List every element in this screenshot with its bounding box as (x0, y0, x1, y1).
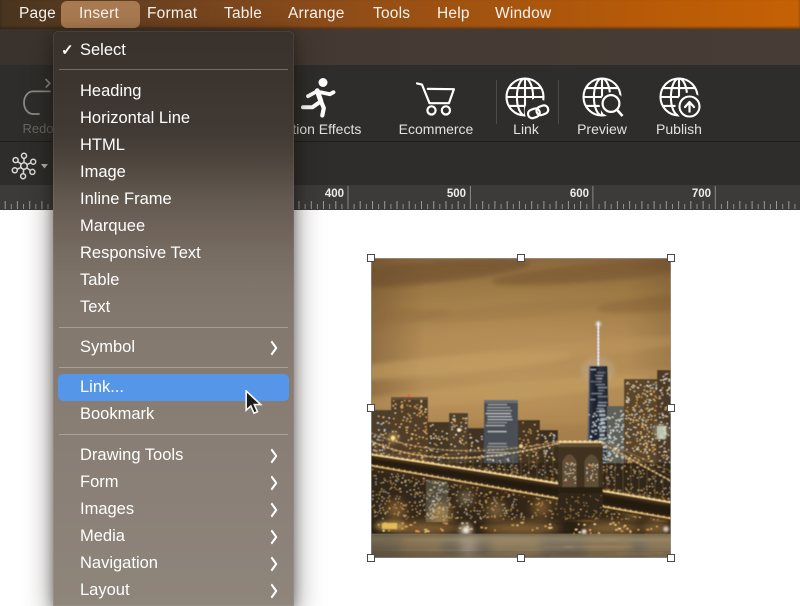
svg-text:Redo: Redo (22, 121, 53, 136)
